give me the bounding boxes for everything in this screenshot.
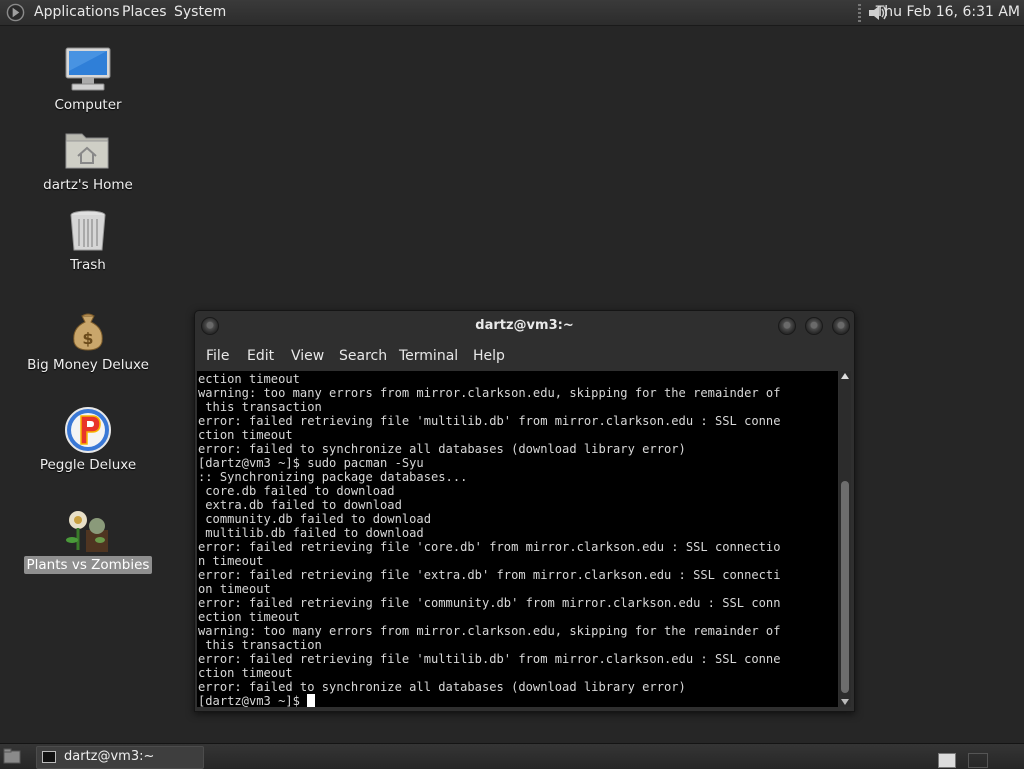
show-desktop-icon[interactable] <box>3 748 21 764</box>
home-folder-icon <box>65 133 109 169</box>
peggle-icon <box>65 407 111 453</box>
terminal-line: multilib.db failed to download <box>198 526 424 540</box>
desktop-icon-label: Computer <box>54 97 122 113</box>
taskbar-button-label: dartz@vm3:~ <box>64 749 155 764</box>
menu-view[interactable]: View <box>291 348 324 364</box>
menu-edit[interactable]: Edit <box>247 348 274 364</box>
terminal-line: error: failed retrieving file 'extra.db'… <box>198 568 781 582</box>
terminal-line: error: failed retrieving file 'community… <box>198 596 781 610</box>
terminal-line: ection timeout <box>198 372 300 386</box>
menu-terminal[interactable]: Terminal <box>399 348 458 364</box>
terminal-line: error: failed to synchronize all databas… <box>198 442 686 456</box>
svg-text:$: $ <box>82 329 93 348</box>
terminal-line: ction timeout <box>198 666 293 680</box>
desktop-icon-label: Big Money Deluxe <box>27 357 149 373</box>
terminal-scrollbar[interactable] <box>839 371 851 707</box>
terminal-line: error: failed retrieving file 'core.db' … <box>198 540 781 554</box>
scroll-down-arrow-icon[interactable] <box>841 699 849 705</box>
terminal-line: on timeout <box>198 582 271 596</box>
terminal-line: [dartz@vm3 ~]$ sudo pacman -Syu <box>198 456 424 470</box>
bottom-panel: dartz@vm3:~ <box>0 743 1024 769</box>
close-button[interactable] <box>832 317 850 335</box>
trash-icon <box>70 210 106 251</box>
desktop-icon-big-money[interactable]: $ Big Money Deluxe <box>18 306 158 374</box>
terminal-line: this transaction <box>198 400 322 414</box>
terminal-line: community.db failed to download <box>198 512 431 526</box>
desktop-icon-home[interactable]: dartz's Home <box>18 126 158 194</box>
menu-search[interactable]: Search <box>339 348 387 364</box>
text-cursor <box>307 694 316 707</box>
places-menu[interactable]: Places <box>122 0 167 25</box>
plants-vs-zombies-icon <box>66 511 108 552</box>
applications-menu[interactable]: Applications <box>34 0 120 25</box>
desktop-icon-trash[interactable]: Trash <box>18 206 158 274</box>
distro-logo-icon[interactable] <box>6 3 25 22</box>
terminal-line: warning: too many errors from mirror.cla… <box>198 386 781 400</box>
terminal-line: this transaction <box>198 638 322 652</box>
desktop-icon-computer[interactable]: Computer <box>18 46 158 114</box>
terminal-window[interactable]: dartz@vm3:~ File Edit View Search Termin… <box>194 310 855 712</box>
top-panel: Applications Places System Thu Feb 16, 6… <box>0 0 1024 26</box>
maximize-button[interactable] <box>805 317 823 335</box>
terminal-line: :: Synchronizing package databases... <box>198 470 468 484</box>
terminal-line: ction timeout <box>198 428 293 442</box>
minimize-button[interactable] <box>778 317 796 335</box>
terminal-line: n timeout <box>198 554 264 568</box>
scroll-thumb[interactable] <box>841 481 849 693</box>
system-menu[interactable]: System <box>174 0 226 25</box>
terminal-line: error: failed retrieving file 'multilib.… <box>198 652 781 666</box>
window-titlebar[interactable]: dartz@vm3:~ <box>195 311 854 343</box>
terminal-output[interactable]: ection timeout warning: too many errors … <box>197 371 838 707</box>
terminal-icon <box>42 751 56 763</box>
desktop-icon-label: Trash <box>70 257 106 273</box>
window-title: dartz@vm3:~ <box>475 318 574 333</box>
desktop-icon-plants-vs-zombies[interactable]: Plants vs Zombies <box>18 506 158 574</box>
clock[interactable]: Thu Feb 16, 6:31 AM <box>876 0 1020 25</box>
desktop-icon-label: Plants vs Zombies <box>23 556 153 574</box>
scroll-up-arrow-icon[interactable] <box>841 373 849 379</box>
money-bag-icon: $ <box>73 313 103 351</box>
terminal-line: ection timeout <box>198 610 300 624</box>
menu-file[interactable]: File <box>206 348 229 364</box>
terminal-menubar: File Edit View Search Terminal Help <box>195 344 854 370</box>
menu-help[interactable]: Help <box>473 348 505 364</box>
workspace-2[interactable] <box>968 753 988 768</box>
desktop-icon-label: dartz's Home <box>43 177 133 193</box>
computer-icon <box>65 47 111 91</box>
terminal-line: core.db failed to download <box>198 484 395 498</box>
terminal-line: warning: too many errors from mirror.cla… <box>198 624 781 638</box>
terminal-prompt: [dartz@vm3 ~]$ <box>198 694 308 707</box>
desktop-icon-label: Peggle Deluxe <box>39 457 137 473</box>
desktop-icon-peggle[interactable]: Peggle Deluxe <box>18 406 158 474</box>
panel-separator <box>858 4 861 22</box>
terminal-line: error: failed retrieving file 'multilib.… <box>198 414 781 428</box>
terminal-line: extra.db failed to download <box>198 498 402 512</box>
workspace-1[interactable] <box>938 753 956 768</box>
taskbar-terminal-button[interactable]: dartz@vm3:~ <box>36 746 204 769</box>
terminal-line: error: failed to synchronize all databas… <box>198 680 686 694</box>
